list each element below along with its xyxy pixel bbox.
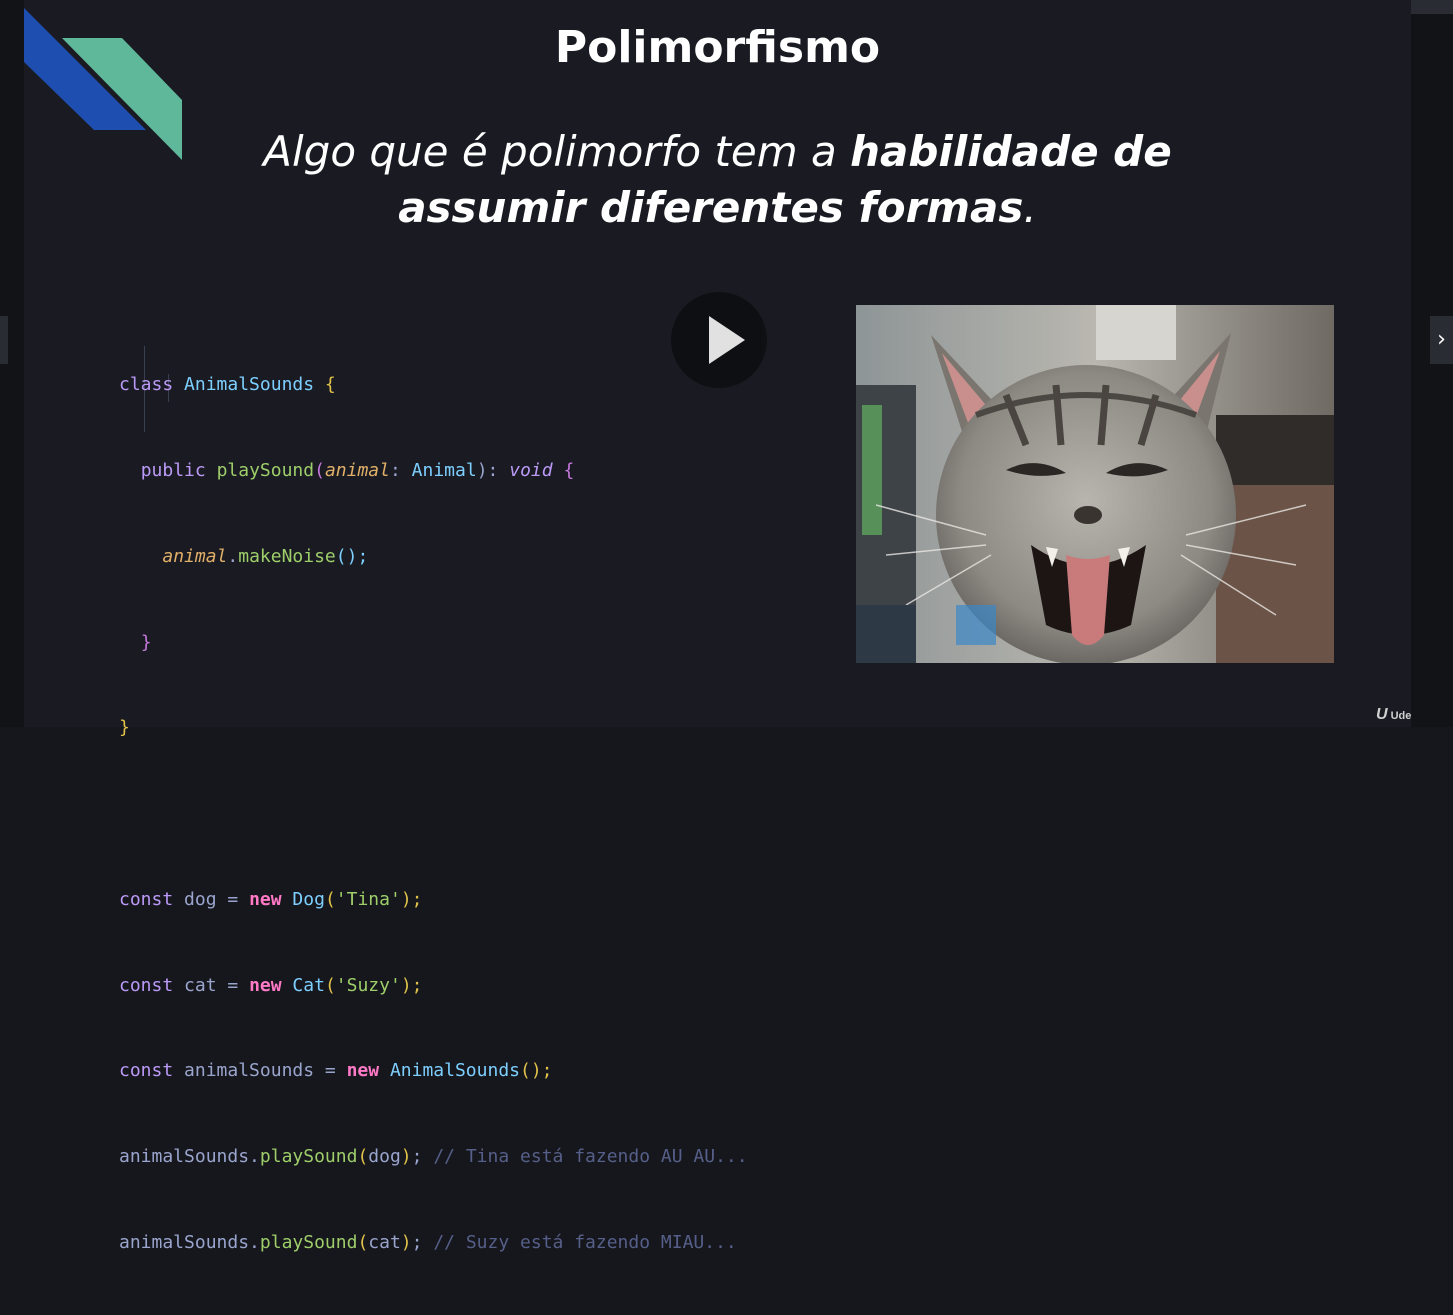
code-token: }: [119, 717, 130, 739]
code-token: AnimalSounds: [184, 374, 315, 396]
code-token: const: [119, 888, 174, 910]
code-token: animal: [162, 545, 228, 567]
code-token: }: [140, 631, 152, 653]
code-token: dog =: [184, 888, 239, 910]
previous-lecture-tab[interactable]: [0, 316, 8, 364]
code-token: new: [346, 1060, 380, 1082]
code-token: ();: [520, 1060, 553, 1082]
code-token: void: [509, 459, 553, 481]
definition-period: .: [1023, 183, 1037, 232]
code-line: }: [119, 714, 748, 743]
definition-emphasis-2: assumir diferentes formas: [398, 183, 1024, 232]
code-token: Dog: [292, 888, 325, 910]
code-token: AnimalSounds: [389, 1060, 520, 1082]
code-snippet: class AnimalSounds { public playSound(an…: [119, 314, 748, 1315]
code-token: Animal: [411, 459, 477, 481]
code-token: {: [563, 459, 575, 481]
code-token: animalSounds: [119, 1232, 250, 1253]
code-token: dog: [368, 1146, 401, 1168]
lecture-slide: Polimorfismo Algo que é polimorfo tem a …: [24, 0, 1427, 1253]
code-token: :: [389, 459, 401, 481]
code-token: {: [324, 374, 336, 396]
code-token: new: [249, 888, 282, 910]
code-line: const animalSounds = new AnimalSounds();: [119, 1057, 748, 1086]
play-button[interactable]: [671, 292, 767, 388]
code-token: playSound: [259, 1146, 358, 1168]
code-line: const cat = new Cat('Suzy');: [119, 974, 423, 996]
code-line: public playSound(animal: Animal): void {: [140, 459, 575, 481]
code-line: const dog = new Dog('Tina');: [119, 888, 423, 910]
code-token: makeNoise: [238, 545, 336, 567]
code-token: Cat: [292, 974, 325, 996]
code-comment: // Tina está fazendo AU AU...: [433, 1146, 748, 1168]
cat-photo: [856, 305, 1334, 663]
chevron-right-icon: ›: [1437, 327, 1446, 352]
udemy-logo-icon: U: [1376, 706, 1388, 723]
definition-text: Algo que é polimorfo tem a: [263, 127, 851, 176]
code-comment: // Suzy está fazendo MIAU...: [433, 1232, 737, 1253]
code-token: ):: [476, 459, 499, 481]
code-line: animalSounds.playSound(cat); // Suzy est…: [119, 1232, 737, 1253]
code-token: ();: [335, 545, 369, 567]
code-token: .: [227, 545, 239, 567]
code-token: public: [140, 459, 206, 481]
code-token: animalSounds: [119, 1146, 250, 1168]
slide-title: Polimorfismo: [554, 22, 881, 73]
code-token: const: [119, 974, 174, 996]
code-token: cat =: [184, 974, 239, 996]
code-line: class AnimalSounds {: [119, 371, 748, 400]
code-token: 'Suzy': [335, 974, 401, 996]
code-token: );: [400, 974, 423, 996]
code-token: new: [249, 974, 282, 996]
code-token: playSound: [216, 459, 315, 481]
code-token: animal: [324, 459, 390, 481]
play-icon: [709, 316, 745, 364]
code-token: animalSounds =: [184, 1060, 336, 1082]
code-line: animalSounds.playSound(dog); // Tina est…: [119, 1146, 748, 1168]
code-token: class: [119, 374, 174, 396]
code-token: 'Tina': [335, 888, 401, 910]
slide-definition: Algo que é polimorfo tem a habilidade de…: [24, 124, 1411, 236]
code-token: );: [400, 888, 423, 910]
top-right-tab[interactable]: [1411, 0, 1453, 14]
code-token: playSound: [259, 1232, 358, 1253]
code-line: animal.makeNoise();: [119, 543, 748, 572]
code-token: cat: [368, 1232, 401, 1253]
video-player[interactable]: Polimorfismo Algo que é polimorfo tem a …: [0, 0, 1453, 1253]
code-token: const: [119, 1060, 174, 1082]
next-lecture-button[interactable]: ›: [1430, 316, 1453, 364]
definition-emphasis-1: habilidade de: [850, 127, 1172, 176]
code-line: }: [119, 629, 748, 658]
